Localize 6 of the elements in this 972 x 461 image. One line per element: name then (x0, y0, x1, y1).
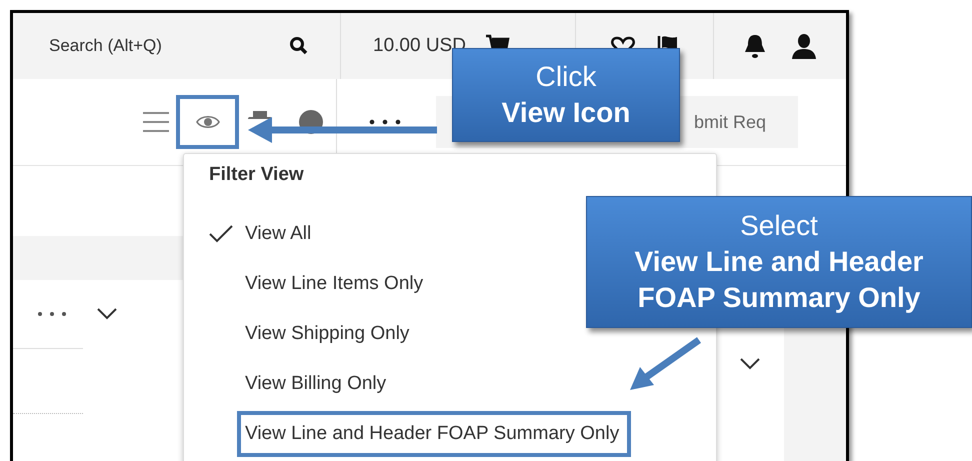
callout-text: Select (740, 209, 818, 243)
callout-text: FOAP Summary Only (638, 281, 920, 315)
callout-text: View Line and Header (634, 245, 924, 279)
menu-title: Filter View (208, 164, 305, 186)
callout-text: Click (536, 60, 596, 94)
callout-text: View Icon (502, 96, 630, 130)
